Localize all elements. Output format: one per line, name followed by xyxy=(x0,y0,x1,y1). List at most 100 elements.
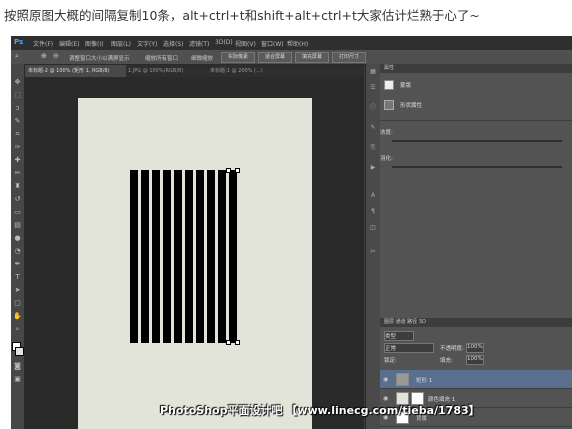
tab-1-jpg[interactable]: 1.JPG @ 100%(RGB/8) xyxy=(124,65,208,77)
zoom-tool-side-icon[interactable]: ⌕ xyxy=(13,325,22,334)
stripe-rect xyxy=(163,170,171,343)
quick-select-tool-icon[interactable]: ✎ xyxy=(13,117,22,126)
stripe-rect xyxy=(196,170,204,343)
menu-3d[interactable]: 3D(D) xyxy=(215,39,233,46)
crop-tool-icon[interactable]: ⌗ xyxy=(13,130,22,139)
path-select-icon[interactable]: ➤ xyxy=(13,286,22,295)
layer-thumbnail xyxy=(396,373,409,386)
photoshop-window: Ps 文件(F) 编辑(E) 图像(I) 图层(L) 文字(Y) 选择(S) 滤… xyxy=(11,36,572,429)
lasso-tool-icon[interactable]: ↄ xyxy=(13,104,22,113)
tab-untitled-2[interactable]: 未标题-2 @ 100% (矩形 1, RGB/8) xyxy=(24,65,126,77)
visibility-eye-icon[interactable]: ◉ xyxy=(383,395,388,402)
menu-edit[interactable]: 编辑(E) xyxy=(59,39,79,48)
actions-panel-icon[interactable]: ▶ xyxy=(369,164,377,172)
watermark: PhotoShop平面设计吧 【www.linecg.com/tieba/178… xyxy=(160,404,480,417)
quick-mask-icon[interactable]: ◙ xyxy=(13,362,22,371)
actual-pixels-button[interactable]: 实际像素 xyxy=(221,52,255,63)
menu-view[interactable]: 视图(V) xyxy=(235,39,256,48)
feather-label: 羽化: xyxy=(380,156,393,162)
stripe-rect xyxy=(229,170,237,343)
properties-header: 属性 xyxy=(380,64,572,73)
stripe-rect xyxy=(174,170,182,343)
stripe-rect xyxy=(218,170,226,343)
document-workspace xyxy=(25,77,364,429)
layers-tabs[interactable]: 图层 通道 路径 3D xyxy=(380,318,572,327)
feather-slider[interactable] xyxy=(392,166,562,168)
shape-tool-icon[interactable]: ▢ xyxy=(13,299,22,308)
history-brush-icon[interactable]: ↺ xyxy=(13,195,22,204)
stripe-rect xyxy=(185,170,193,343)
layer-name: 矩形 1 xyxy=(416,378,433,384)
layer-kind-select[interactable]: 类型 xyxy=(384,331,414,341)
fit-screen-button[interactable]: 适合屏幕 xyxy=(258,52,292,63)
pen-tool-icon[interactable]: ✒ xyxy=(13,260,22,269)
option-resize-windows[interactable]: 调整窗口大小以满屏显示 xyxy=(69,54,130,62)
type-tool-icon[interactable]: T xyxy=(13,273,22,282)
tab-untitled-1[interactable]: 未标题-1 @ 200% (...) xyxy=(206,65,290,77)
tools-panel: ✥ ⬚ ↄ ✎ ⌗ ✑ ✚ ✏ ♜ ↺ ▭ ▤ ● ◔ ✒ T ➤ ▢ ✋ ⌕ … xyxy=(11,64,25,429)
menu-filter[interactable]: 滤镜(T) xyxy=(189,39,209,48)
marquee-tool-icon[interactable]: ⬚ xyxy=(13,91,22,100)
gradient-tool-icon[interactable]: ▤ xyxy=(13,221,22,230)
photoshop-logo: Ps xyxy=(14,38,24,46)
transform-handle[interactable] xyxy=(226,340,231,345)
paragraph-panel-icon[interactable]: ¶ xyxy=(369,208,377,216)
stripe-rect xyxy=(152,170,160,343)
stripe-group xyxy=(130,168,240,345)
menu-type[interactable]: 文字(Y) xyxy=(137,39,157,48)
zoom-tool-icon[interactable]: ⌕ xyxy=(15,52,19,61)
clone-panel-icon[interactable]: ⎘ xyxy=(369,144,377,152)
dodge-tool-icon[interactable]: ◔ xyxy=(13,247,22,256)
visibility-eye-icon[interactable]: ◉ xyxy=(383,376,388,383)
menu-file[interactable]: 文件(F) xyxy=(33,39,53,48)
option-scrubby-zoom[interactable]: 细微缩放 xyxy=(191,54,213,62)
option-zoom-all[interactable]: 缩放所有窗口 xyxy=(145,54,178,62)
stripe-rect xyxy=(207,170,215,343)
divider xyxy=(380,120,572,121)
transform-handle[interactable] xyxy=(235,340,240,345)
eyedropper-tool-icon[interactable]: ✑ xyxy=(13,143,22,152)
right-panels: 属性 蒙版 形状属性 浓度: 羽化: 图层 通道 路径 3D 类型 正常 不透明… xyxy=(380,64,572,429)
move-tool-icon[interactable]: ✥ xyxy=(13,78,22,87)
styles-panel-icon[interactable]: ◫ xyxy=(369,224,377,232)
eraser-tool-icon[interactable]: ▭ xyxy=(13,208,22,217)
fill-input[interactable]: 100% xyxy=(466,355,484,365)
density-slider[interactable] xyxy=(392,140,562,142)
properties-mask-row[interactable]: 蒙版 xyxy=(380,78,572,92)
options-bar: ⌕ ⊕ ⊖ 调整窗口大小以满屏显示 缩放所有窗口 细微缩放 实际像素 适合屏幕 … xyxy=(11,50,572,65)
menu-image[interactable]: 图像(I) xyxy=(85,39,103,48)
blur-tool-icon[interactable]: ● xyxy=(13,234,22,243)
properties-panel-icon[interactable]: ☰ xyxy=(369,84,377,92)
brush-panel-icon[interactable]: ✎ xyxy=(369,124,377,132)
opacity-input[interactable]: 100% xyxy=(466,343,484,353)
zoom-out-icon[interactable]: ⊖ xyxy=(53,52,59,60)
shape-label: 形状属性 xyxy=(400,103,423,109)
hand-tool-icon[interactable]: ✋ xyxy=(13,312,22,321)
menu-help[interactable]: 帮助(H) xyxy=(287,39,308,48)
document-tabs: 未标题-2 @ 100% (矩形 1, RGB/8) 1.JPG @ 100%(… xyxy=(24,65,364,77)
menu-layer[interactable]: 图层(L) xyxy=(111,39,131,48)
character-panel-icon[interactable]: A xyxy=(369,192,377,200)
document-canvas[interactable] xyxy=(78,98,312,429)
blend-mode-select[interactable]: 正常 xyxy=(384,343,434,353)
info-panel-icon[interactable]: ⓘ xyxy=(369,104,377,112)
stamp-tool-icon[interactable]: ♜ xyxy=(13,182,22,191)
brush-tool-icon[interactable]: ✏ xyxy=(13,169,22,178)
background-color-swatch[interactable] xyxy=(15,347,24,356)
fill-screen-button[interactable]: 填充屏幕 xyxy=(295,52,329,63)
tool-presets-icon[interactable]: ✂ xyxy=(369,248,377,256)
menu-window[interactable]: 窗口(W) xyxy=(261,39,284,48)
properties-shape-row[interactable]: 形状属性 xyxy=(380,98,572,112)
panel-dock-icons: ▦ ☰ ⓘ ✎ ⎘ ▶ A ¶ ◫ ✂ xyxy=(365,64,380,429)
print-size-button[interactable]: 打印尺寸 xyxy=(332,52,366,63)
history-panel-icon[interactable]: ▦ xyxy=(369,68,377,76)
mask-label: 蒙版 xyxy=(400,83,412,89)
screen-mode-icon[interactable]: ▣ xyxy=(13,375,22,384)
healing-tool-icon[interactable]: ✚ xyxy=(13,156,22,165)
menu-select[interactable]: 选择(S) xyxy=(163,39,184,48)
zoom-in-icon[interactable]: ⊕ xyxy=(41,52,47,60)
transform-handle[interactable] xyxy=(235,168,240,173)
transform-handle[interactable] xyxy=(226,168,231,173)
menu-bar: Ps 文件(F) 编辑(E) 图像(I) 图层(L) 文字(Y) 选择(S) 滤… xyxy=(11,36,572,50)
layer-row-rectangle[interactable]: ◉ 矩形 1 xyxy=(380,370,572,389)
